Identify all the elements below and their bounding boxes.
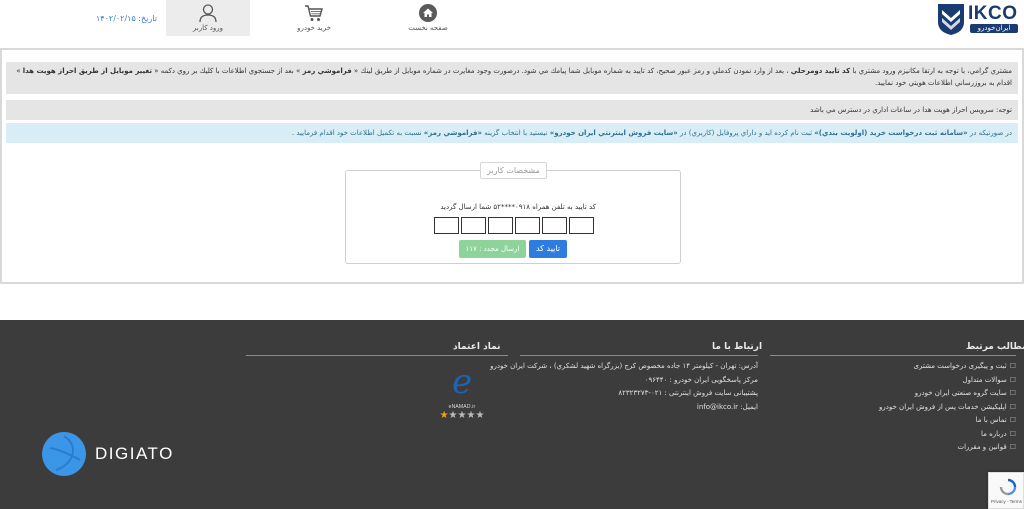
nav-user-login[interactable]: ورود کاربر [166, 0, 250, 36]
site-footer: مطالب مرتبط ثبت و پیگیری درخواست مشتری س… [0, 320, 1024, 509]
brand-subtitle: ایران‌خودرو [970, 24, 1018, 33]
home-icon [419, 4, 437, 22]
cart-icon [305, 5, 323, 21]
contact-email[interactable]: ایمیل: info@ikco.ir [520, 401, 758, 415]
notice-text: نيستيد با انتخاب گزينه [482, 129, 550, 137]
footer-link[interactable]: سوالات متداول [770, 374, 1016, 388]
divider [246, 355, 508, 356]
contact-support: پشتیبانی سایت فروش اینترنتی : ۰۲۱-۸۲۳۲۳۲… [618, 389, 758, 398]
notice-text: در صورتيكه در [967, 129, 1012, 137]
notice-bold-system: «سامانه ثبت درخواست خريد (اولويت بندي)» [814, 129, 968, 137]
change-mobile-hoda: تغيير موبايل از طريق احراز هويت هدا [22, 67, 152, 75]
digiato-logo[interactable]: DIGIATO [42, 432, 182, 476]
two-step-notice: مشتري گرامي، با توجه به ارتقا مكانيزم ور… [6, 62, 1018, 94]
forgot-password-option[interactable]: «فراموشي رمز» [424, 129, 482, 137]
related-links-list: ثبت و پیگیری درخواست مشتری سوالات متداول… [770, 360, 1016, 455]
notice-text: ثبت نام كرده ايد و داراي پروفايل (كاربري… [677, 129, 815, 137]
hoda-service-notice: توجه: سرويس احراز هويت هدا در ساعات ادار… [6, 100, 1018, 120]
notice-text: ، بعد از وارد نمودن كدملي و رمز عبور صحي… [351, 67, 791, 75]
nav-home-label: صفحه نخست [408, 24, 448, 32]
code-digit-input[interactable] [434, 217, 459, 234]
code-digit-input[interactable] [542, 217, 567, 234]
current-date: تاریخ: ۱۴۰۲/۰۲/۱۵ [96, 14, 157, 23]
related-links-title: مطالب مرتبط [966, 342, 1024, 352]
notice-text: نسبت به تكميل اطلاعات خود اقدام فرماييد … [291, 129, 424, 137]
recaptcha-links[interactable]: Privacy - Terms [991, 499, 1022, 504]
contact-call-center: مرکز پاسخگویی ایران خودرو : ۰۹۶۴۴۰ [644, 375, 758, 384]
code-sent-message: كد تاييد به تلفن همراه ۰۹۱۸****۵۲ شما ار… [440, 203, 596, 211]
priority-system-notice: در صورتيكه در «سامانه ثبت درخواست خريد (… [6, 123, 1018, 143]
contact-title: ارتباط با ما [712, 342, 763, 352]
footer-link[interactable]: تماس با ما [770, 414, 1016, 428]
card-legend: مشخصات كاربر [480, 162, 547, 179]
enamad-badge[interactable]: e eNAMAD.ir ★★★★★ [432, 362, 492, 424]
footer-link[interactable]: ثبت و پیگیری درخواست مشتری [770, 360, 1016, 374]
rating-stars-icon: ★★★★★ [439, 410, 485, 421]
forgot-password-link[interactable]: فراموشي رمز [303, 67, 352, 75]
footer-link[interactable]: قوانین و مقررات [770, 441, 1016, 455]
nav-home[interactable]: صفحه نخست [386, 0, 470, 36]
code-digit-input[interactable] [569, 217, 594, 234]
login-frame: مشتري گرامي، با توجه به ارتقا مكانيزم ور… [0, 48, 1024, 284]
notice-text: مشتري گرامي، با توجه به ارتقا مكانيزم ور… [850, 67, 1012, 75]
footer-link[interactable]: سایت گروه صنعتی ایران خودرو [770, 387, 1016, 401]
user-info-card: مشخصات كاربر كد تاييد به تلفن همراه ۰۹۱۸… [345, 162, 681, 264]
nav-buy-car[interactable]: خرید خودرو [272, 0, 356, 36]
notice-bold-site: «سايت فروش اينترنتي ايران خودرو» [549, 129, 678, 137]
recaptcha-badge[interactable]: Privacy - Terms [988, 472, 1024, 509]
user-icon [199, 4, 217, 23]
footer-link[interactable]: درباره ما [770, 428, 1016, 442]
recaptcha-icon [999, 478, 1017, 496]
notice-bold-two-step: كد تاييد دومرحلي [790, 67, 851, 75]
contact-info: آدرس: تهران - كيلومتر ۱۴ جاده مخصوص كرج … [490, 360, 758, 415]
confirm-code-button[interactable]: تاييد كد [529, 240, 567, 258]
divider [770, 355, 1016, 356]
top-header: IKCO ایران‌خودرو صفحه نخست خرید خودرو ور… [0, 0, 1024, 40]
nav-buy-label: خرید خودرو [297, 24, 331, 32]
trust-title: نماد اعتماد [453, 342, 501, 352]
verification-code-inputs [434, 217, 594, 235]
brand-name: IKCO [968, 3, 1018, 24]
ikco-logo[interactable]: IKCO ایران‌خودرو [936, 2, 1020, 36]
digiato-wordmark: DIGIATO [95, 444, 174, 463]
resend-code-button[interactable]: ارسال مجدد : ۱۱۷ [459, 240, 526, 258]
notice-text: » بعد از جستجوي اطلاعات با كليك بر روي د… [151, 67, 303, 75]
divider [520, 355, 758, 356]
enamad-logo-icon: e [451, 362, 473, 402]
digiato-circle-icon [42, 432, 86, 476]
contact-address: آدرس: تهران - كيلومتر ۱۴ جاده مخصوص كرج … [490, 362, 758, 370]
code-digit-input[interactable] [461, 217, 486, 234]
nav-login-label: ورود کاربر [192, 24, 224, 32]
code-digit-input[interactable] [515, 217, 540, 234]
ikco-emblem-icon [938, 4, 964, 35]
code-digit-input[interactable] [488, 217, 513, 234]
footer-link[interactable]: اپلیکیشن خدمات پس از فروش ایران خودرو [770, 401, 1016, 415]
